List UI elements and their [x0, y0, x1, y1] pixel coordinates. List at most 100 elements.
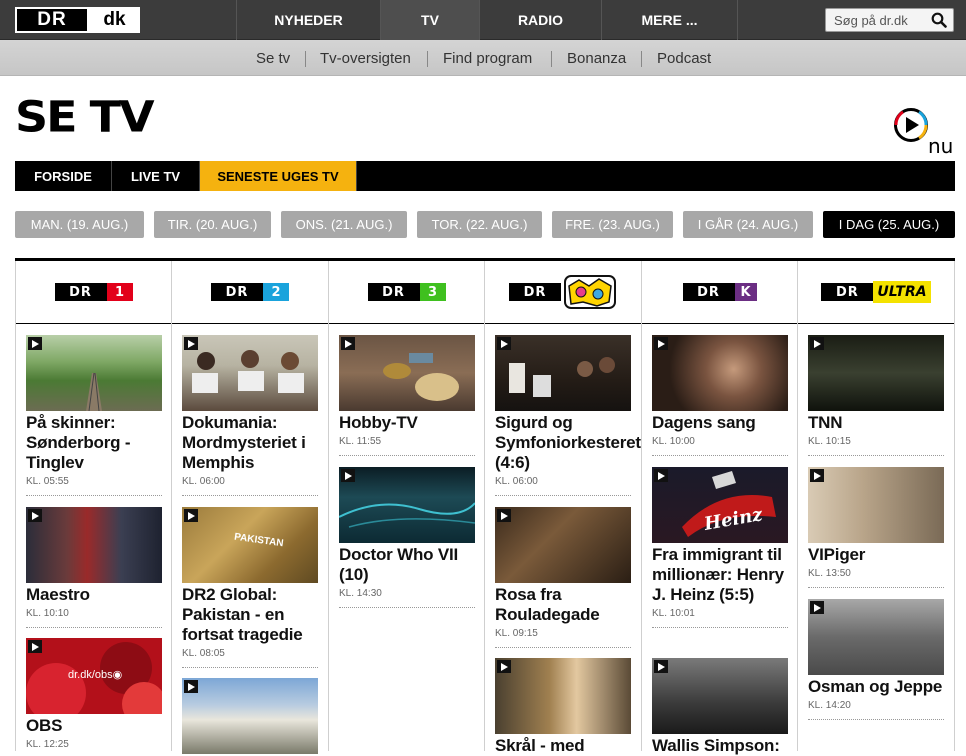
channel-column-dr-ramasjang: DR Sigurd og Symfoniorkesteret (4:6) KL.… [484, 261, 641, 755]
program-time: KL. 12:25 [26, 739, 69, 750]
program-thumbnail[interactable] [26, 507, 162, 583]
program-title[interactable]: Osman og Jeppe [808, 677, 944, 697]
ramasjang-wordmark-icon [564, 275, 616, 309]
subnav-se-tv[interactable]: Se tv [256, 50, 290, 67]
program-title[interactable]: Wallis Simpson: [652, 736, 788, 756]
program-title[interactable]: Skrål - med [495, 736, 631, 756]
program-thumbnail[interactable] [339, 335, 475, 411]
day-button-wednesday[interactable]: ONS. (21. AUG.) [281, 211, 407, 238]
program-card[interactable]: TNN KL. 10:15 [808, 335, 944, 456]
program-card[interactable]: dr.dk/obs◉ OBS KL. 12:25 [26, 638, 162, 750]
day-button-thursday[interactable]: TOR. (22. AUG.) [417, 211, 542, 238]
tab-seneste-uges-tv[interactable]: SENESTE UGES TV [200, 161, 357, 191]
day-button-today[interactable]: I DAG (25. AUG.) [823, 211, 955, 238]
subnav-bonanza[interactable]: Bonanza [567, 50, 626, 67]
channel-header-dr2[interactable]: DR 2 [172, 261, 328, 324]
program-thumbnail[interactable] [182, 678, 318, 754]
program-time: KL. 11:55 [339, 436, 382, 447]
program-card[interactable]: Wallis Simpson: [652, 658, 788, 756]
program-title[interactable]: Dokumania: Mordmysteriet i Memphis [182, 413, 318, 473]
program-card[interactable]: Hobby-TV KL. 11:55 [339, 335, 475, 456]
nav-mere[interactable]: MERE ... [601, 0, 738, 40]
program-title[interactable]: Hobby-TV [339, 413, 475, 433]
dr-dk-logo[interactable]: DR dk [15, 7, 140, 33]
search-placeholder: Søg på dr.dk [834, 12, 908, 28]
play-icon [654, 660, 668, 673]
subnav-divider [641, 51, 642, 67]
program-thumbnail[interactable] [339, 467, 475, 543]
program-title[interactable]: Rosa fra Rouladegade [495, 585, 631, 625]
divider [652, 627, 788, 628]
program-card[interactable]: Doctor Who VII (10) KL. 14:30 [339, 467, 475, 608]
nav-radio[interactable]: RADIO [479, 0, 601, 40]
subnav-podcast[interactable]: Podcast [657, 50, 711, 67]
program-card[interactable]: VIPiger KL. 13:50 [808, 467, 944, 588]
program-thumbnail[interactable] [652, 658, 788, 734]
channel-header-dr-ultra[interactable]: DR ULTRA [798, 261, 954, 324]
program-title[interactable]: Doctor Who VII (10) [339, 545, 475, 585]
program-thumbnail[interactable]: PAKISTAN [182, 507, 318, 583]
program-card[interactable]: Dagens sang KL. 10:00 [652, 335, 788, 456]
subnav-tv-oversigten[interactable]: Tv-oversigten [320, 50, 411, 67]
day-button-friday[interactable]: FRE. (23. AUG.) [552, 211, 673, 238]
tab-forside[interactable]: FORSIDE [15, 161, 112, 191]
day-button-yesterday[interactable]: I GÅR (24. AUG.) [683, 211, 813, 238]
divider [495, 495, 631, 496]
program-thumbnail[interactable] [808, 335, 944, 411]
program-time: KL. 10:15 [808, 436, 851, 447]
program-card[interactable]: Skrål - med [495, 658, 631, 756]
program-card[interactable]: Heinz Fra immigrant til millionær: Henry… [652, 467, 788, 628]
program-thumbnail[interactable] [495, 335, 631, 411]
program-grid: DR 1 På skinner: Sønderborg - Tinglev KL… [15, 258, 955, 755]
search-icon[interactable] [931, 12, 947, 28]
nav-nyheder[interactable]: NYHEDER [236, 0, 380, 40]
play-icon [654, 337, 668, 350]
divider [182, 495, 318, 496]
program-card[interactable] [182, 678, 318, 754]
program-title[interactable]: På skinner: Sønderborg - Tinglev [26, 413, 162, 473]
tab-live-tv[interactable]: LIVE TV [112, 161, 200, 191]
program-thumbnail[interactable] [808, 467, 944, 543]
program-thumbnail[interactable] [808, 599, 944, 675]
program-title[interactable]: DR2 Global: Pakistan - en fortsat traged… [182, 585, 318, 645]
program-card[interactable]: På skinner: Sønderborg - Tinglev KL. 05:… [26, 335, 162, 496]
program-title[interactable]: OBS [26, 716, 162, 736]
top-bar: DR dk NYHEDER TV RADIO MERE ... Søg på d… [0, 0, 966, 40]
program-title[interactable]: Dagens sang [652, 413, 788, 433]
program-card[interactable]: PAKISTAN DR2 Global: Pakistan - en forts… [182, 507, 318, 668]
dr-nu-logo[interactable]: nu [893, 108, 955, 158]
program-card[interactable]: Dokumania: Mordmysteriet i Memphis KL. 0… [182, 335, 318, 496]
channel-column-dr1: DR 1 På skinner: Sønderborg - Tinglev KL… [15, 261, 171, 751]
program-title[interactable]: TNN [808, 413, 944, 433]
program-card[interactable]: Maestro KL. 10:10 [26, 507, 162, 628]
program-thumbnail[interactable] [495, 658, 631, 734]
program-thumbnail[interactable] [652, 335, 788, 411]
channel-header-dr1[interactable]: DR 1 [16, 261, 171, 324]
page-title: SE TV [15, 92, 155, 142]
play-icon [341, 337, 355, 350]
program-thumbnail[interactable] [495, 507, 631, 583]
program-card[interactable]: Osman og Jeppe KL. 14:20 [808, 599, 944, 720]
channel-header-dr-k[interactable]: DR K [642, 261, 797, 324]
program-thumbnail[interactable] [182, 335, 318, 411]
program-title[interactable]: VIPiger [808, 545, 944, 565]
program-card[interactable]: Sigurd og Symfoniorkesteret (4:6) KL. 06… [495, 335, 641, 496]
program-thumbnail[interactable]: Heinz [652, 467, 788, 543]
day-button-tuesday[interactable]: TIR. (20. AUG.) [154, 211, 271, 238]
program-thumbnail[interactable]: dr.dk/obs◉ [26, 638, 162, 714]
program-time: KL. 13:50 [808, 568, 851, 579]
channel-header-dr-ramasjang[interactable]: DR [485, 261, 641, 324]
program-card[interactable]: Rosa fra Rouladegade KL. 09:15 [495, 507, 631, 648]
program-title[interactable]: Fra immigrant til millionær: Henry J. He… [652, 545, 788, 605]
channel-header-dr3[interactable]: DR 3 [329, 261, 484, 324]
search-input[interactable]: Søg på dr.dk [825, 8, 954, 32]
subnav-find-program[interactable]: Find program [443, 50, 532, 67]
divider [26, 627, 162, 628]
program-title[interactable]: Sigurd og Symfoniorkesteret (4:6) [495, 413, 641, 473]
play-icon [28, 337, 42, 350]
day-button-monday[interactable]: MAN. (19. AUG.) [15, 211, 144, 238]
program-title[interactable]: Maestro [26, 585, 162, 605]
play-icon [654, 469, 668, 482]
nav-tv[interactable]: TV [380, 0, 479, 40]
program-thumbnail[interactable] [26, 335, 162, 411]
